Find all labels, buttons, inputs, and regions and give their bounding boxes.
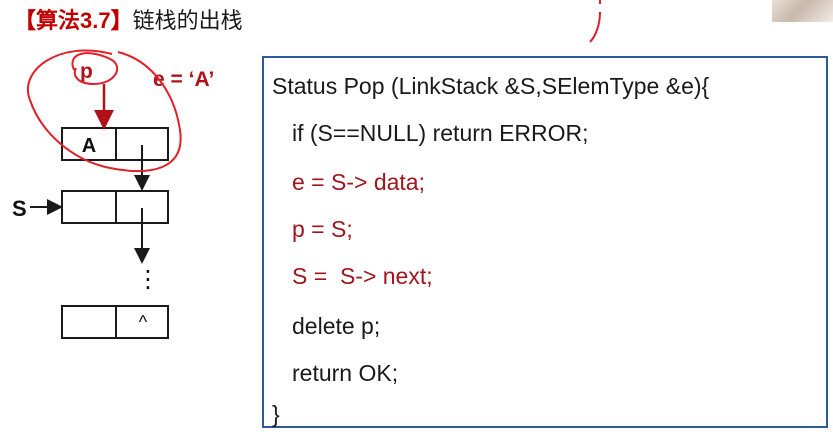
code-line-assign-p: p = S; [292,216,353,242]
code-line-close-brace: } [272,401,280,427]
circle-annotation-p [71,52,119,86]
code-line-return: return OK; [292,360,399,386]
code-line-advance-s: S = S-> next; [292,263,433,289]
code-line-delete: delete p; [292,313,381,339]
code-box: Status Pop (LinkStack &S,SElemType &e){ … [262,56,828,428]
code-line-null-check: if (S==NULL) return ERROR; [292,120,589,146]
pen-stroke-annotation [589,0,601,43]
code-line-signature: Status Pop (LinkStack &S,SElemType &e){ [272,73,710,99]
code-line-assign-e: e = S-> data; [292,169,425,195]
